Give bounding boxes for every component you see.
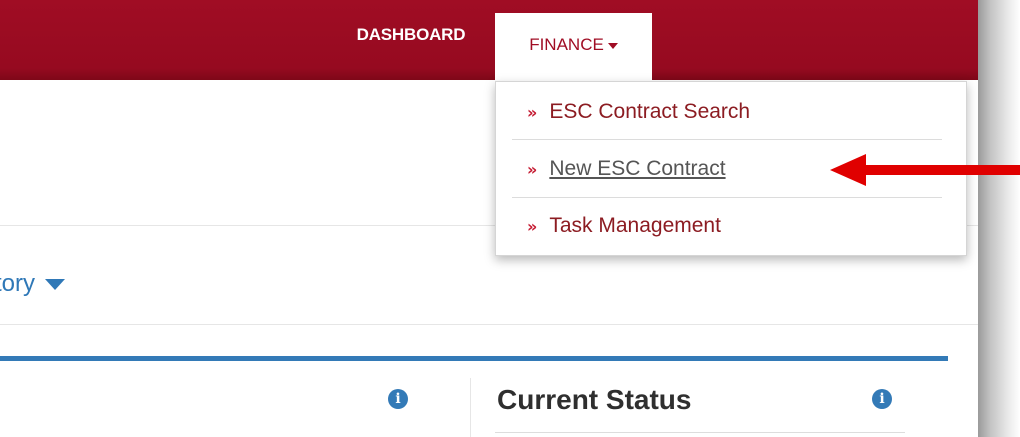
menu-item-esc-contract-search[interactable]: » ESC Contract Search: [496, 84, 966, 140]
double-chevron-right-icon: »: [527, 216, 538, 236]
nav-dashboard[interactable]: DASHBOARD: [330, 0, 492, 80]
double-chevron-right-icon: »: [527, 159, 538, 179]
double-chevron-right-icon: »: [527, 102, 538, 122]
menu-item-label: ESC Contract Search: [549, 100, 751, 123]
menu-item-label: Task Management: [549, 214, 721, 237]
divider: [495, 432, 905, 433]
panel-divider: [470, 378, 471, 437]
history-dropdown[interactable]: tory: [0, 270, 66, 298]
current-status-title: Current Status: [497, 384, 692, 415]
nav-finance-label: FINANCE: [529, 35, 604, 54]
menu-item-label: New ESC Contract: [549, 157, 726, 180]
menu-separator: [512, 139, 942, 140]
nav-finance-menu[interactable]: FINANCE: [495, 13, 652, 81]
nav-dashboard-label: DASHBOARD: [356, 25, 466, 44]
annotation-arrow-icon: [830, 154, 1020, 186]
history-label: tory: [0, 270, 36, 297]
app-window: DASHBOARD FINANCE tory i Current Status …: [0, 0, 980, 437]
caret-down-icon: [45, 278, 66, 290]
info-icon[interactable]: i: [388, 389, 408, 409]
window-shadow: [978, 0, 1020, 437]
divider: [0, 324, 980, 325]
summary-panel: [0, 356, 948, 437]
menu-item-task-management[interactable]: » Task Management: [496, 198, 966, 254]
info-icon[interactable]: i: [872, 389, 892, 409]
caret-down-icon: [607, 43, 618, 49]
